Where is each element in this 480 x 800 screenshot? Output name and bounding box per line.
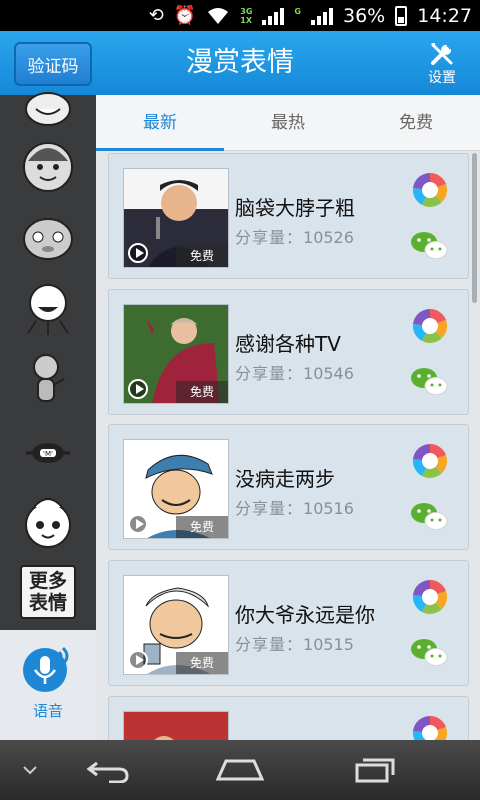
emoji-thumbnail[interactable]: 免费 [123,575,229,675]
alarm-icon: ⏰ [173,4,197,26]
moments-share-icon[interactable] [412,172,448,208]
share-value: 10516 [303,499,354,518]
play-icon[interactable] [128,514,148,534]
play-icon[interactable] [128,243,148,263]
scrollbar[interactable] [472,153,477,303]
more-label-line2: 表情 [28,592,67,614]
status-bar: ⟲ ⏰ 3G 1X G 36% 14:27 [0,0,480,31]
list-item[interactable]: 免费 脑袋大脖子粗 分享量：10526 [108,153,469,279]
moments-share-icon[interactable] [412,443,448,479]
wechat-share-icon[interactable] [410,501,448,531]
free-badge: 免费 [176,652,228,674]
tools-icon [431,43,453,65]
play-icon[interactable] [128,650,148,670]
emoji-list[interactable]: 免费 脑袋大脖子粗 分享量：10526 免费 感谢各种TV 分享量：10546 免费 没病走两… [96,151,480,740]
tab-bar: 最新 最热 免费 [96,95,480,151]
share-label: 分享量： [235,228,304,247]
item-title: 你大爷永远是你 [235,603,375,627]
battery-percent: 36% [343,4,386,27]
recent-apps-icon [355,758,395,783]
tab-latest[interactable]: 最新 [96,95,224,151]
item-title: 感谢各种TV [235,332,341,356]
play-icon[interactable] [128,379,148,399]
moments-share-icon[interactable] [412,715,448,740]
back-button[interactable] [78,740,138,800]
share-label: 分享量： [235,635,304,654]
tab-free[interactable]: 免费 [352,95,480,150]
free-badge: 免费 [176,516,228,538]
screen-rotate-icon: ⟲ [148,4,164,26]
home-button[interactable] [210,740,270,800]
voice-label: 语音 [32,702,63,720]
more-emoji-button[interactable]: 更多 表情 [20,565,76,619]
free-badge: 免费 [176,381,228,403]
share-value: 10526 [303,228,354,247]
emoji-category-4[interactable] [18,279,78,339]
emoji-category-2[interactable] [18,135,78,195]
item-title: 脑袋大脖子粗 [235,196,355,220]
microphone-icon [23,646,69,692]
emoji-category-3[interactable] [18,207,78,267]
battery-icon [395,5,408,26]
share-value: 10515 [303,635,354,654]
svg-text:'M': 'M' [43,450,53,458]
share-count: 分享量：10546 [235,360,354,384]
free-badge: 免费 [176,245,228,267]
share-count: 分享量：10516 [235,495,354,519]
emoji-category-sidebar: 'M' 更多 表情 语音 [0,92,96,740]
network-g: G [294,6,301,16]
app-header: 漫赏表情 验证码 设置 [0,31,480,95]
emoji-category-5[interactable] [18,349,78,409]
share-label: 分享量： [235,499,304,518]
list-item[interactable]: 免费 没病走两步分享量：10516 [108,424,469,550]
list-item[interactable] [108,696,469,740]
network-type: 3G 1X [240,6,253,25]
emoji-category-6[interactable]: 'M' [18,421,78,481]
recent-apps-button[interactable] [345,740,405,800]
clock: 14:27 [417,4,472,27]
share-count: 分享量：10515 [235,631,354,655]
signal-icon-2 [311,7,333,25]
emoji-category-7[interactable] [18,491,78,551]
wechat-share-icon[interactable] [410,366,448,396]
share-label: 分享量： [235,364,304,383]
share-value: 10546 [303,364,354,383]
wechat-share-icon[interactable] [410,637,448,667]
tab-hot[interactable]: 最热 [224,95,352,150]
emoji-thumbnail[interactable]: 免费 [123,439,229,539]
settings-label: 设置 [428,70,456,86]
wifi-icon [208,7,229,24]
moments-share-icon[interactable] [412,579,448,615]
emoji-thumbnail[interactable] [123,711,229,740]
emoji-thumbnail[interactable]: 免费 [123,304,229,404]
moments-share-icon[interactable] [412,308,448,344]
verify-code-button[interactable]: 验证码 [14,42,92,86]
share-count: 分享量：10526 [235,224,354,248]
settings-button[interactable]: 设置 [422,39,462,87]
list-item[interactable]: 免费 感谢各种TV 分享量：10546 [108,289,469,415]
wechat-share-icon[interactable] [410,230,448,260]
voice-button[interactable]: 语音 [0,630,96,740]
back-arrow-icon [86,761,129,783]
signal-icon [262,7,285,25]
chevron-down-icon [23,766,37,775]
emoji-thumbnail[interactable]: 免费 [123,168,229,268]
more-label-line1: 更多 [28,570,67,592]
home-icon [215,759,265,781]
hide-keyboard-button[interactable] [10,740,50,800]
list-item[interactable]: 免费 你大爷永远是你 分享量：10515 [108,560,469,686]
system-nav-bar [0,740,480,800]
item-title: 没病走两步 [235,467,335,491]
